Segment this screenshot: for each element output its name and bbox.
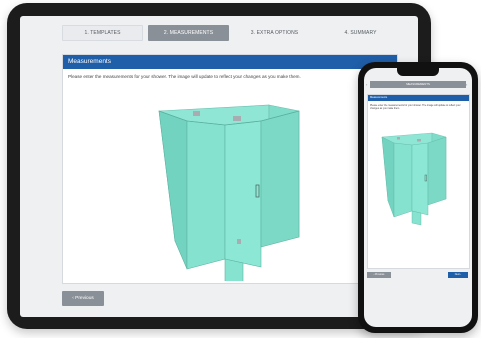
p-hinge-top-left (397, 137, 400, 140)
phone-screen: ‹ MEASUREMENTS › Measurements Please ent… (364, 68, 472, 327)
p-shower-door (411, 142, 429, 216)
step-measurements[interactable]: 2. MEASUREMENTS (148, 25, 229, 41)
hinge-top-left (193, 111, 200, 116)
step-templates[interactable]: 1. TEMPLATES (62, 25, 143, 41)
phone-step-measurements[interactable]: MEASUREMENTS (370, 81, 466, 88)
phone-measurements-panel: Measurements Please enter the measuremen… (367, 94, 470, 269)
shower-door-lower (224, 258, 244, 288)
p-hinge-top-center (417, 139, 421, 142)
panel-title: Measurements (63, 55, 397, 69)
chevron-left-icon[interactable]: ‹ (366, 81, 367, 88)
step-extra-options[interactable]: 3. EXTRA OPTIONS (234, 25, 315, 41)
p-shower-front-panel (393, 142, 413, 218)
step-tabs: 1. TEMPLATES 2. MEASUREMENTS 3. EXTRA OP… (62, 25, 401, 41)
shower-left-panel (158, 110, 188, 270)
shower-front-panel (186, 120, 226, 270)
p-shower-door-lower (411, 210, 422, 226)
step-summary[interactable]: 4. SUMMARY (320, 25, 401, 41)
shower-3d-image (158, 104, 300, 288)
shower-return-panel (260, 110, 300, 248)
previous-button[interactable]: ‹ Previous (62, 291, 104, 306)
measurements-panel: Measurements Please enter the measuremen… (62, 54, 398, 288)
hinge-top-center (233, 116, 241, 121)
phone-notch (397, 68, 439, 76)
chevron-right-icon[interactable]: › (466, 81, 467, 88)
panel-instructions: Please enter the measurements for your s… (68, 74, 301, 79)
phone-panel-title: Measurements (368, 95, 469, 101)
phone-previous-button[interactable]: ‹ Previous (367, 272, 391, 278)
p-shower-left-panel (381, 136, 395, 218)
p-shower-return-panel (427, 136, 447, 206)
phone-next-button[interactable]: Next › (448, 272, 468, 278)
phone-shower-preview (368, 119, 469, 267)
phone-shower-3d-image (381, 132, 447, 226)
hinge-bottom (237, 239, 241, 244)
phone-panel-instructions: Please enter the measurements for your s… (370, 104, 461, 111)
shower-preview (63, 81, 397, 288)
phone-device: ‹ MEASUREMENTS › Measurements Please ent… (358, 62, 478, 333)
